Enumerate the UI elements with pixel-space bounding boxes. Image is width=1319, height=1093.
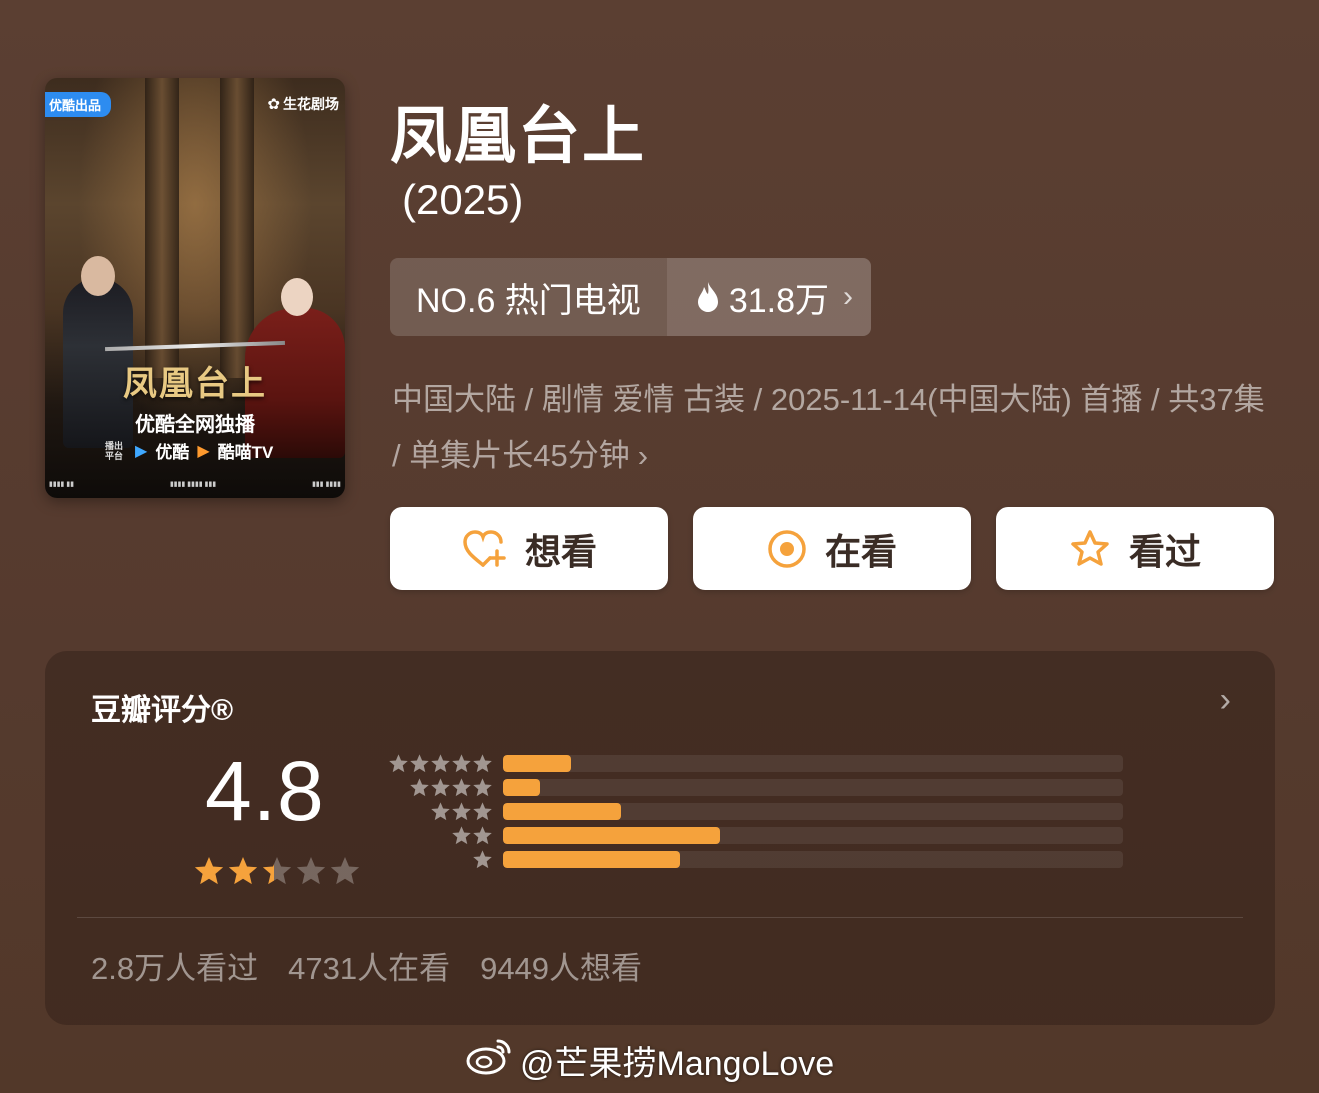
youku-icon: ▶	[135, 442, 148, 460]
action-buttons: 想看 在看 看过	[390, 507, 1274, 590]
distribution-bar	[503, 826, 720, 844]
rank-pill[interactable]: NO.6 热门电视 31.8万 ›	[390, 258, 871, 336]
distribution-bar	[503, 802, 621, 820]
watching-button[interactable]: 在看	[693, 507, 971, 590]
small-star-icon	[410, 753, 429, 772]
distribution-row	[383, 823, 1123, 847]
small-star-icon	[452, 801, 471, 820]
small-star-icon	[473, 777, 492, 796]
distribution-track	[503, 754, 1123, 772]
small-star-icon	[473, 801, 492, 820]
want-to-watch-button[interactable]: 想看	[390, 507, 668, 590]
watching-label: 在看	[824, 530, 897, 572]
rating-score: 4.8	[205, 744, 325, 838]
poster-platforms: 播出平台 ▶ 优酷 ▶ 酷喵TV	[105, 438, 273, 463]
score-star-icon	[296, 857, 326, 885]
target-icon	[767, 529, 807, 569]
small-star-icon	[452, 825, 471, 844]
want-to-watch-label: 想看	[524, 530, 597, 572]
poster-image[interactable]: 优酷出品 ✿ 生花剧场 凤凰台上 优酷全网独播 播出平台 ▶ 优酷 ▶ 酷喵TV …	[45, 78, 345, 498]
heat-value: 31.8万	[728, 281, 829, 320]
small-star-icon	[452, 777, 471, 796]
rating-label: 豆瓣评分®	[91, 694, 234, 727]
score-stars	[193, 855, 361, 887]
release-year: (2025)	[402, 176, 524, 223]
watched-count: 2.8万人看过	[91, 951, 259, 986]
distribution-row	[383, 775, 1123, 799]
page-title: 凤凰台上	[390, 99, 647, 172]
divider	[77, 917, 1243, 918]
rating-stats: 2.8万人看过 4731人在看 9449人想看	[91, 943, 642, 988]
poster-head-left	[81, 256, 115, 296]
distribution-row	[383, 751, 1123, 775]
weibo-icon	[466, 1037, 512, 1084]
poster-platform-2: 酷喵TV	[217, 443, 274, 462]
small-star-icon	[431, 801, 450, 820]
distribution-track	[503, 802, 1123, 820]
small-star-icon	[431, 777, 450, 796]
flower-icon: ✿	[267, 96, 280, 113]
distribution-stars	[383, 753, 493, 774]
show-meta[interactable]: 中国大陆 / 剧情 爱情 古装 / 2025-11-14(中国大陆) 首播 / …	[392, 372, 1277, 484]
want-count: 9449人想看	[480, 951, 643, 986]
watermark-text: @芒果捞MangoLove	[520, 1045, 835, 1083]
small-star-icon	[452, 753, 471, 772]
watermark: @芒果捞MangoLove	[466, 1036, 834, 1085]
page: 优酷出品 ✿ 生花剧场 凤凰台上 优酷全网独播 播出平台 ▶ 优酷 ▶ 酷喵TV …	[0, 0, 1319, 1093]
watched-button[interactable]: 看过	[996, 507, 1274, 590]
poster-exclusive: 优酷全网独播	[135, 414, 255, 436]
chevron-right-icon[interactable]: ›	[1220, 681, 1231, 720]
distribution-bar	[503, 850, 680, 868]
star-outline-icon	[1069, 529, 1111, 569]
poster-platform-1: 优酷	[155, 443, 190, 462]
poster-title: 凤凰台上	[123, 364, 267, 404]
distribution-track	[503, 826, 1123, 844]
poster-pillar-right	[220, 78, 254, 378]
distribution-stars	[383, 801, 493, 822]
watching-count: 4731人在看	[288, 951, 451, 986]
distribution-track	[503, 778, 1123, 796]
small-star-icon	[473, 849, 492, 868]
distribution-bar	[503, 778, 541, 796]
poster-badge: 优酷出品	[45, 92, 112, 117]
distribution-stars	[383, 777, 493, 798]
poster-footer-line-1: ▮▮▮▮ ▮▮	[49, 481, 75, 488]
show-meta-text: 中国大陆 / 剧情 爱情 古装 / 2025-11-14(中国大陆) 首播 / …	[392, 382, 1265, 473]
small-star-icon	[410, 777, 429, 796]
rank-label[interactable]: NO.6 热门电视	[390, 258, 667, 336]
rating-distribution	[383, 751, 1123, 871]
score-star-icon	[228, 857, 258, 885]
distribution-row	[383, 847, 1123, 871]
chevron-right-icon: ›	[637, 438, 649, 473]
score-star-icon	[194, 857, 224, 885]
poster-footer: ▮▮▮▮ ▮▮ ▮▮▮▮ ▮▮▮▮ ▮▮▮ ▮▮▮ ▮▮▮▮	[49, 480, 341, 488]
poster-footer-line-2: ▮▮▮▮ ▮▮▮▮ ▮▮▮	[169, 481, 217, 488]
small-star-icon	[431, 753, 450, 772]
score-star-icon	[262, 857, 292, 885]
poster-platform-tag: 播出平台	[105, 440, 124, 461]
poster-brand: ✿ 生花剧场	[267, 94, 339, 114]
small-star-icon	[473, 753, 492, 772]
score-star-icon	[330, 857, 360, 885]
small-star-icon	[473, 825, 492, 844]
poster-pillar-left	[145, 78, 179, 378]
distribution-stars	[383, 849, 493, 870]
flame-icon	[695, 281, 721, 313]
kumiao-icon: ▶	[197, 442, 210, 460]
poster-footer-line-3: ▮▮▮ ▮▮▮▮	[312, 481, 341, 488]
small-star-icon	[389, 753, 408, 772]
chevron-right-icon: ›	[843, 280, 853, 313]
heat-button[interactable]: 31.8万 ›	[666, 258, 871, 336]
distribution-stars	[383, 825, 493, 846]
poster-head-right	[281, 278, 313, 316]
distribution-row	[383, 799, 1123, 823]
rating-card[interactable]: 豆瓣评分® › 4.8 2.8万人看过 4731人在看 9449人想看	[45, 651, 1275, 1025]
distribution-track	[503, 850, 1123, 868]
watched-label: 看过	[1128, 530, 1201, 572]
heart-plus-icon	[461, 529, 507, 569]
poster-brand-label: 生花剧场	[283, 96, 339, 112]
distribution-bar	[503, 754, 572, 772]
